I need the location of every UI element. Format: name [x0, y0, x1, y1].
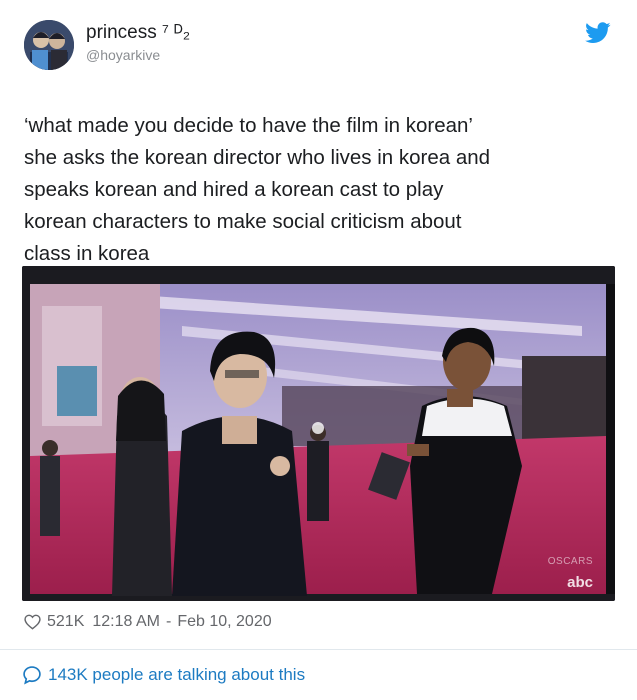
- oscars-watermark: OSCARS: [547, 556, 593, 567]
- display-name[interactable]: princess ⁷ ᴰ₂: [86, 22, 190, 44]
- speech-bubble-icon: [23, 666, 41, 685]
- tweet-time[interactable]: 12:18 AM: [92, 613, 160, 631]
- tweet-card: princess ⁷ ᴰ₂ @hoyarkive ‘what made you …: [0, 0, 637, 700]
- meta-separator: -: [165, 613, 172, 630]
- user-handle[interactable]: @hoyarkive: [86, 47, 160, 63]
- tweet-date[interactable]: Feb 10, 2020: [177, 613, 271, 631]
- heart-icon[interactable]: [24, 614, 41, 630]
- twitter-bird-icon[interactable]: [585, 22, 611, 44]
- talking-link[interactable]: 143K people are talking about this: [22, 665, 305, 685]
- like-count[interactable]: 521K: [47, 613, 84, 631]
- tweet-text: ‘what made you decide to have the film i…: [24, 114, 491, 265]
- tweet-meta: 521K 12:18 AM - Feb 10, 2020: [24, 611, 272, 633]
- tweet-photo[interactable]: [22, 266, 615, 601]
- abc-watermark: abc: [567, 574, 593, 591]
- talking-text[interactable]: 143K people are talking about this: [48, 665, 305, 685]
- divider: [0, 649, 637, 650]
- avatar[interactable]: [24, 20, 74, 70]
